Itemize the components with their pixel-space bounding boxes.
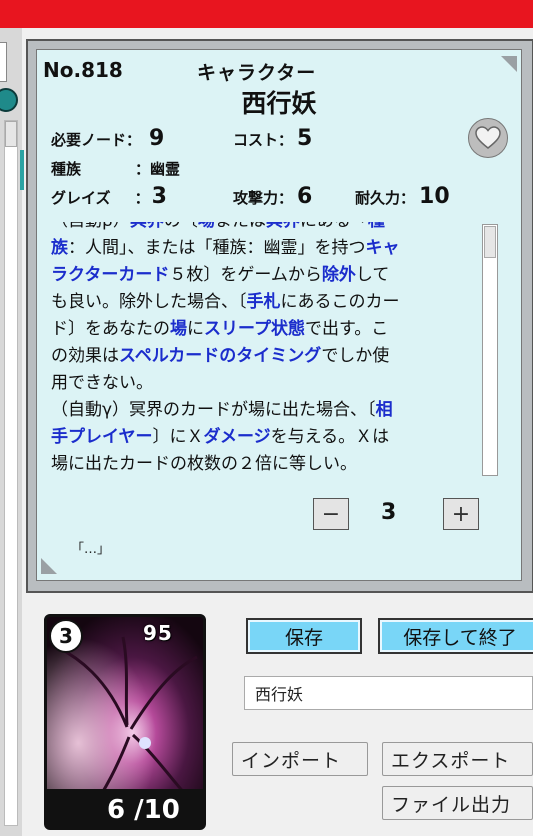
keyword-text: 場 <box>198 222 215 231</box>
plain-text: 用できない。 <box>51 373 153 393</box>
save-exit-button[interactable]: 保存して終了 <box>378 618 533 654</box>
keyword-text: スリープ状態 <box>204 319 305 339</box>
durability-stat: 耐久力： 10 <box>355 184 450 209</box>
left-accent <box>20 150 24 190</box>
card-text-line: ド〕をあなたの場にスリープ状態で出す。こ <box>51 316 481 343</box>
import-button[interactable]: インポート <box>232 742 368 776</box>
flavor-text[interactable]: 「…」 <box>71 538 110 557</box>
card-name: 西行妖 <box>241 89 317 118</box>
plain-text: を与える。Ｘは <box>270 427 390 447</box>
attack-value[interactable]: 6 <box>297 184 312 209</box>
thumb-cost: 3 <box>49 619 83 653</box>
race-label: 種族 <box>51 160 82 178</box>
attack-label: 攻撃力： <box>233 189 294 207</box>
top-bar <box>0 0 533 28</box>
card-number: No.818 <box>43 58 123 82</box>
keyword-text: 種 <box>368 222 385 231</box>
keyword-text: 場 <box>170 319 187 339</box>
thumb-attack-durability: 6 /10 <box>107 795 180 825</box>
plain-text: も良い。除外した場合、〔 <box>51 292 247 312</box>
card-text-line: （自動γ）冥界のカードが場に出た場合、〔相 <box>51 397 481 424</box>
text-scrollbar-thumb[interactable] <box>484 226 496 258</box>
card-text: （自動β）冥界の〔場または冥界にある「種族：人間」、または「種族：幽霊」を持つキ… <box>51 222 481 478</box>
durability-value[interactable]: 10 <box>419 184 450 209</box>
graze-stat: グレイズ ：3 <box>51 184 167 209</box>
attack-stat: 攻撃力： 6 <box>233 184 312 209</box>
plain-text: 場に出たカードの枚数の２倍に等しい。 <box>51 454 357 474</box>
left-scrollbar[interactable] <box>4 120 18 826</box>
plus-icon: + <box>451 501 471 527</box>
cost-stat: コスト： 5 <box>233 126 312 151</box>
node-label: 必要ノード： <box>51 131 142 149</box>
thumb-node-graze: 95 <box>143 621 173 645</box>
keyword-text: 手札 <box>246 292 281 312</box>
card-text-line: の効果はスペルカードのタイミングでしか使 <box>51 343 481 370</box>
race-stat: 種族 ：幽霊 <box>51 158 180 179</box>
plain-text: で出す。こ <box>304 319 389 339</box>
heart-icon <box>475 126 501 149</box>
keyword-text: ダメージ <box>203 427 271 447</box>
keyword-text: キャ <box>365 238 400 258</box>
plain-text: ド〕をあなたの <box>51 319 170 339</box>
card-thumbnail[interactable]: 3 95 6 /10 <box>44 614 206 830</box>
keyword-text: 冥界 <box>130 222 164 231</box>
plain-text: ５枚〕をゲームから <box>169 265 322 285</box>
plain-text: の効果は <box>51 346 119 366</box>
card-text-line: 手プレイヤー〕にＸダメージを与える。Ｘは <box>51 424 481 451</box>
card-text-line: （自動β）冥界の〔場または冥界にある「種 <box>51 222 481 235</box>
card-name-input[interactable] <box>244 676 533 710</box>
card-text-line: も良い。除外した場合、〔手札にあるこのカー <box>51 289 481 316</box>
save-button[interactable]: 保存 <box>246 618 362 654</box>
plain-text: （自動β） <box>51 222 130 231</box>
card-type: キャラクター <box>197 62 317 84</box>
keyword-text: 族 <box>51 238 68 258</box>
card-editor: No.818 キャラクター 西行妖 必要ノード： 9 コスト： 5 種族 ：幽霊 グレ… <box>26 39 533 593</box>
plain-text: または <box>215 222 266 231</box>
keyword-text: ラクターカード <box>51 265 170 285</box>
keyword-text: 手プレイヤー <box>51 427 153 447</box>
race-value[interactable]: ：幽霊 <box>135 160 180 178</box>
decrement-button[interactable]: − <box>313 498 349 530</box>
card-text-line: 族：人間」、または「種族：幽霊」を持つキャ <box>51 235 481 262</box>
plain-text: の〔 <box>164 222 198 231</box>
plain-text: にある「 <box>300 222 368 231</box>
minus-icon: − <box>321 501 341 527</box>
corner-fold-icon <box>501 56 517 72</box>
favorite-button[interactable] <box>468 118 508 158</box>
plain-text: （自動γ）冥界のカードが場に出た場合、〔 <box>51 400 376 420</box>
node-value[interactable]: 9 <box>149 126 164 151</box>
left-scrollbar-thumb[interactable] <box>5 121 17 147</box>
left-tab[interactable] <box>0 42 7 82</box>
plain-text: に <box>187 319 204 339</box>
cost-value[interactable]: 5 <box>297 126 312 151</box>
graze-label: グレイズ <box>51 189 111 207</box>
durability-label: 耐久力： <box>355 189 416 207</box>
card-text-line: 場に出たカードの枚数の２倍に等しい。 <box>51 451 481 478</box>
keyword-text: 冥界 <box>266 222 300 231</box>
cost-label: コスト： <box>233 131 294 149</box>
card-text-line: ラクターカード５枚〕をゲームから除外して <box>51 262 481 289</box>
keyword-text: 相 <box>375 400 393 420</box>
graze-sep: ： <box>134 189 150 207</box>
plain-text: でしか使 <box>321 346 390 366</box>
plain-text: にあるこのカー <box>280 292 400 312</box>
increment-button[interactable]: + <box>443 498 479 530</box>
stepper-value: 3 <box>381 500 397 525</box>
plain-text: して <box>355 265 390 285</box>
plain-text: 〕にＸ <box>152 427 204 447</box>
card-text-area[interactable]: （自動β）冥界の〔場または冥界にある「種族：人間」、または「種族：幽霊」を持つキ… <box>51 222 481 482</box>
card-text-line: 用できない。 <box>51 370 481 397</box>
keyword-text: 除外 <box>321 265 356 285</box>
corner-fold-icon <box>41 558 57 574</box>
node-stat: 必要ノード： 9 <box>51 126 164 151</box>
plain-text: ：人間」、または「種族：幽霊」を持つ <box>68 238 366 258</box>
export-button[interactable]: エクスポート <box>382 742 533 776</box>
text-scrollbar[interactable] <box>482 224 498 476</box>
file-output-button[interactable]: ファイル出力 <box>382 786 533 820</box>
graze-value[interactable]: 3 <box>152 184 167 209</box>
card-face: No.818 キャラクター 西行妖 必要ノード： 9 コスト： 5 種族 ：幽霊 グレ… <box>36 49 522 581</box>
keyword-text: スペルカードのタイミング <box>119 346 322 366</box>
